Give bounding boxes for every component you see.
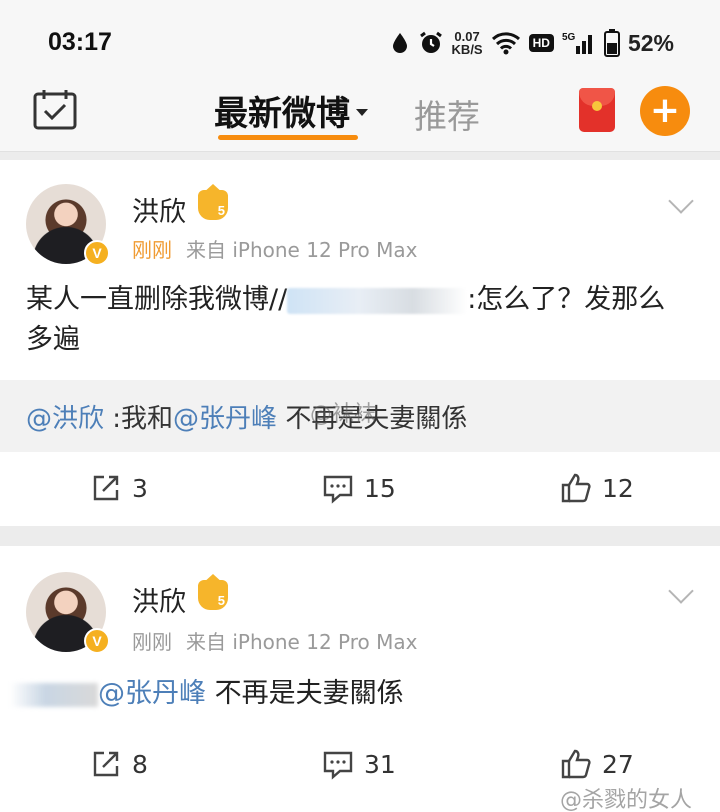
post-source: 来自 iPhone 12 Pro Max <box>186 238 418 262</box>
cell-signal-icon: 5G <box>562 32 592 54</box>
mention-link[interactable]: @洪欣 <box>26 404 104 434</box>
verified-badge-icon: V <box>84 240 110 266</box>
top-nav: 最新微博 推荐 + <box>0 80 720 152</box>
battery-percent: 52% <box>627 29 674 56</box>
crown-badge-icon: 5 <box>198 574 228 610</box>
blurred-username <box>287 287 468 314</box>
active-tab-indicator <box>218 135 358 140</box>
signal-label: 5G <box>562 32 576 43</box>
like-button[interactable]: 12 <box>560 472 634 504</box>
avatar[interactable]: V <box>26 184 110 266</box>
avatar[interactable]: V <box>26 572 110 654</box>
share-icon <box>93 751 119 777</box>
comment-count: 31 <box>364 749 396 779</box>
tab-latest[interactable]: 最新微博 <box>214 88 368 140</box>
post-meta: 刚刚 来自 iPhone 12 Pro Max <box>132 626 417 655</box>
status-time: 03:17 <box>48 28 112 56</box>
post-meta: 刚刚 来自 iPhone 12 Pro Max <box>132 234 417 263</box>
repost-count: 8 <box>132 749 148 779</box>
post-time: 刚刚 <box>132 630 172 654</box>
comment-button[interactable]: 31 <box>322 748 396 780</box>
tab-latest-label: 最新微博 <box>214 93 350 134</box>
post-source: 来自 iPhone 12 Pro Max <box>186 630 418 654</box>
post-card[interactable]: V 洪欣 5 刚刚 来自 iPhone 12 Pro Max 某人一直删除我微博… <box>0 160 720 526</box>
post-text: @张丹峰 不再是夫妻關係 <box>10 674 670 714</box>
chevron-down-icon[interactable] <box>668 578 694 604</box>
calendar-check-icon[interactable] <box>32 88 78 132</box>
post-time: 刚刚 <box>132 238 172 262</box>
crown-badge-icon: 5 <box>198 184 228 220</box>
comment-icon <box>323 751 353 780</box>
like-button[interactable]: 27 <box>560 748 634 780</box>
post-card[interactable]: V 洪欣 5 刚刚 来自 iPhone 12 Pro Max @张丹峰 不再是夫… <box>0 546 720 812</box>
comment-button[interactable]: 15 <box>322 472 396 504</box>
alarm-icon <box>419 31 442 53</box>
username[interactable]: 洪欣 <box>132 580 186 619</box>
comment-icon <box>323 475 353 504</box>
caret-down-icon <box>356 108 368 116</box>
like-count: 27 <box>602 749 634 779</box>
tab-recommend[interactable]: 推荐 <box>414 90 480 138</box>
thumbs-up-icon <box>561 749 591 779</box>
repost-text: :我和 <box>112 404 174 434</box>
plus-icon: + <box>649 90 681 131</box>
status-icons: 0.07 KB/S HD 5G 52% <box>390 26 674 60</box>
network-speed: 0.07 KB/S <box>452 30 483 56</box>
repost-button[interactable]: 3 <box>90 472 148 504</box>
verified-badge-icon: V <box>84 628 110 654</box>
post-text-end: 不再是夫妻關係 <box>214 678 404 709</box>
watermark: @袜袜 <box>310 402 377 427</box>
repost-count: 3 <box>132 473 148 503</box>
battery-icon <box>603 29 620 57</box>
like-count: 12 <box>602 473 634 503</box>
share-icon <box>93 475 119 501</box>
mention-link[interactable]: @张丹峰 <box>173 404 277 434</box>
action-bar: 3 15 12 <box>0 460 720 520</box>
status-bar: 03:17 0.07 KB/S HD 5G 52% <box>0 0 720 80</box>
thumbs-up-icon <box>561 473 591 503</box>
post-text-before: 某人一直删除我微博// <box>26 284 288 315</box>
repost-button[interactable]: 8 <box>90 748 148 780</box>
watermark: @杀戮的女人_lin <box>560 788 693 812</box>
comment-count: 15 <box>364 473 396 503</box>
hd-badge: HD <box>528 34 554 52</box>
blurred-prefix <box>10 682 98 707</box>
red-packet-icon[interactable] <box>579 88 615 132</box>
add-post-button[interactable]: + <box>640 86 690 136</box>
mention-link[interactable]: @张丹峰 <box>98 678 206 709</box>
net-speed-unit: KB/S <box>451 42 483 57</box>
water-drop-icon <box>392 33 407 53</box>
username[interactable]: 洪欣 <box>132 190 186 229</box>
wifi-icon <box>491 32 520 55</box>
post-text: 某人一直删除我微博//:怎么了？发那么多遍 <box>26 280 686 360</box>
chevron-down-icon[interactable] <box>668 188 694 214</box>
